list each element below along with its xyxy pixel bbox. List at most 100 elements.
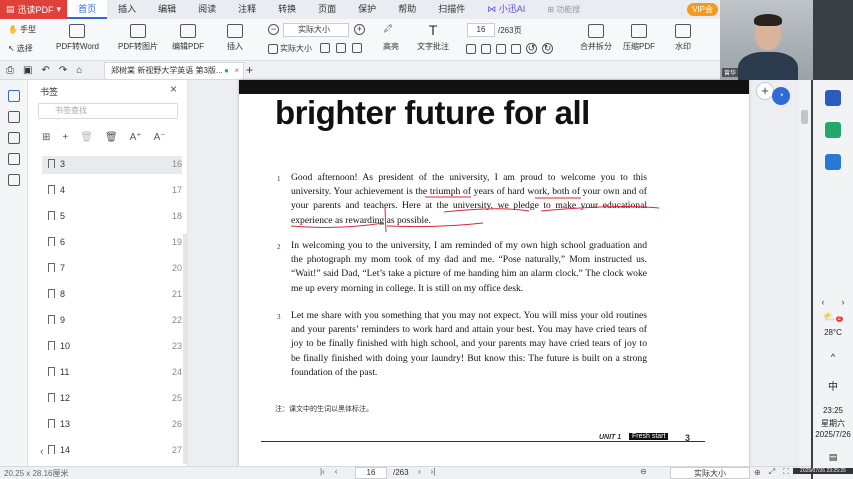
vip-badge[interactable]: VIP会 — [687, 3, 718, 16]
font-larger-icon[interactable]: A⁺ — [130, 132, 142, 143]
bookmark-item[interactable]: 14 27 — [42, 442, 182, 460]
next-page-icon[interactable]: › — [418, 467, 421, 476]
word-app-icon[interactable] — [825, 90, 841, 106]
zoom-select[interactable]: 实际大小 — [283, 23, 349, 37]
highlight-button[interactable]: 🖍 高亮 — [383, 24, 399, 52]
trash-icon[interactable]: 🗑 — [105, 132, 118, 143]
comment-icon[interactable] — [8, 132, 20, 144]
app-menu-button[interactable]: ▤ 迅读PDF ▾ — [0, 0, 68, 19]
attachment-icon[interactable] — [8, 153, 20, 165]
hand-tool-button[interactable]: ✋ 手型 — [8, 24, 36, 35]
close-icon[interactable]: × — [170, 82, 177, 96]
tab-scan[interactable]: 扫描件 — [427, 0, 476, 19]
zoom-in-button[interactable]: + — [354, 24, 365, 35]
last-page-icon[interactable] — [511, 43, 521, 54]
back-icon[interactable]: ↺ — [526, 43, 537, 54]
tab-annotate[interactable]: 注释 — [227, 0, 267, 19]
chevron-right-icon[interactable]: › — [842, 297, 845, 307]
pdf-to-image-button[interactable]: PDF转图片 — [118, 24, 158, 52]
document-scrollbar[interactable] — [799, 80, 811, 466]
home-icon[interactable]: ⌂ — [76, 65, 82, 76]
bookmark-item[interactable]: 8 21 — [42, 286, 182, 304]
thumbnail-icon[interactable] — [8, 111, 20, 123]
prev-page-icon[interactable]: ‹ — [335, 467, 338, 476]
status-page-input[interactable]: 16 — [355, 467, 387, 479]
print-icon[interactable]: ⎙ — [6, 65, 14, 76]
floating-assistant-icon[interactable]: ◔ — [772, 87, 790, 105]
tab-help[interactable]: 帮助 — [387, 0, 427, 19]
tab-home[interactable]: 首页 — [67, 0, 108, 19]
forward-icon[interactable]: ↻ — [542, 43, 553, 54]
bookmark-item[interactable]: 13 26 — [42, 416, 182, 434]
redo-icon[interactable]: ↷ — [59, 65, 67, 76]
zoom-in-icon[interactable]: ⊕ — [754, 468, 761, 477]
weather-icon[interactable]: ⛅ 2 — [813, 312, 853, 323]
last-page-icon[interactable]: ›| — [431, 467, 436, 476]
bookmark-item[interactable]: 6 19 — [42, 234, 182, 252]
fit-width-button[interactable] — [336, 43, 346, 53]
merge-split-button[interactable]: 合并拆分 — [580, 24, 612, 52]
image-panel-icon[interactable] — [8, 174, 20, 186]
fit-page-button[interactable] — [320, 43, 330, 53]
tab-convert[interactable]: 转换 — [267, 0, 307, 19]
undo-icon[interactable]: ↶ — [41, 65, 49, 76]
bookmark-add-icon[interactable]: ⊞ — [42, 132, 50, 143]
tab-page[interactable]: 页面 — [307, 0, 347, 19]
function-search[interactable]: ⊞ 功能搜 — [536, 0, 591, 19]
bookmark-panel-icon[interactable] — [8, 90, 20, 102]
insert-button[interactable]: 插入 — [227, 24, 243, 52]
chevron-left-icon[interactable]: ‹ — [822, 297, 825, 307]
zoom-out-button[interactable]: − — [268, 24, 279, 35]
tab-read[interactable]: 阅读 — [187, 0, 227, 19]
page-number-input[interactable]: 16 — [467, 23, 495, 37]
pdf-to-word-button[interactable]: PDF转Word — [56, 24, 99, 52]
collapse-left-icon[interactable]: ‹ — [40, 446, 44, 458]
cloud-app-icon[interactable] — [825, 154, 841, 170]
document-tab[interactable]: 郑树棠 新视野大学英语 第3版... ● × — [104, 62, 244, 79]
edit-pdf-button[interactable]: 编辑PDF — [172, 24, 204, 52]
watermark-button[interactable]: 水印 — [675, 24, 691, 52]
app-icon[interactable] — [825, 122, 841, 138]
compress-pdf-button[interactable]: 压缩PDF — [623, 24, 655, 52]
new-tab-button[interactable]: + — [246, 63, 253, 77]
first-page-icon[interactable] — [466, 43, 476, 54]
first-page-icon[interactable]: |‹ — [320, 467, 325, 476]
bookmark-item[interactable]: 12 25 — [42, 390, 182, 408]
bookmark-item[interactable]: 9 22 — [42, 312, 182, 330]
status-zoom-select[interactable]: 实际大小 — [670, 467, 750, 479]
tab-protect[interactable]: 保护 — [347, 0, 387, 19]
ime-indicator[interactable]: 中 — [813, 378, 853, 393]
prev-page-icon[interactable] — [481, 43, 491, 54]
expand-up-icon[interactable]: ^ — [813, 352, 853, 362]
text-comment-button[interactable]: T 文字批注 — [417, 22, 449, 52]
panel-scrollbar[interactable] — [183, 234, 187, 464]
zoom-out-icon[interactable]: ⊖ — [640, 467, 647, 476]
font-smaller-icon[interactable]: A⁻ — [154, 132, 166, 143]
text-t-icon: T — [428, 22, 438, 38]
tab-edit[interactable]: 编辑 — [147, 0, 187, 19]
footer-page-number: 3 — [685, 433, 691, 443]
fit-icon[interactable]: ⤢ — [769, 467, 775, 477]
bookmark-icon — [48, 341, 55, 350]
bookmark-item[interactable]: 3 16 — [42, 156, 182, 174]
plus-icon[interactable]: + — [62, 132, 68, 143]
bookmark-item[interactable]: 4 17 — [42, 182, 182, 200]
bookmark-item[interactable]: 10 23 — [42, 338, 182, 356]
notification-icon[interactable]: ▤ — [813, 452, 853, 463]
next-page-icon[interactable] — [496, 43, 506, 54]
scrollbar-thumb[interactable] — [801, 110, 808, 124]
bookmark-icon — [48, 393, 55, 402]
rotate-button[interactable] — [352, 43, 362, 53]
bookmark-item[interactable]: 7 20 — [42, 260, 182, 278]
bookmark-item[interactable]: 5 18 — [42, 208, 182, 226]
select-tool-button[interactable]: ↖ 选择 — [8, 43, 33, 54]
fullscreen-icon[interactable]: ⛶ — [783, 467, 789, 477]
bookmark-item[interactable]: 11 24 — [42, 364, 182, 382]
bookmark-search-input[interactable]: 书签查找 — [38, 103, 178, 119]
close-tab-icon[interactable]: × — [234, 63, 239, 79]
tab-insert[interactable]: 插入 — [107, 0, 147, 19]
tab-ai[interactable]: ⋈ 小迅AI — [476, 0, 536, 19]
save-icon[interactable]: ▣ — [23, 65, 32, 76]
delete-icon[interactable]: 🗑 — [80, 132, 93, 143]
actual-size-button[interactable]: 实际大小 — [268, 43, 312, 54]
